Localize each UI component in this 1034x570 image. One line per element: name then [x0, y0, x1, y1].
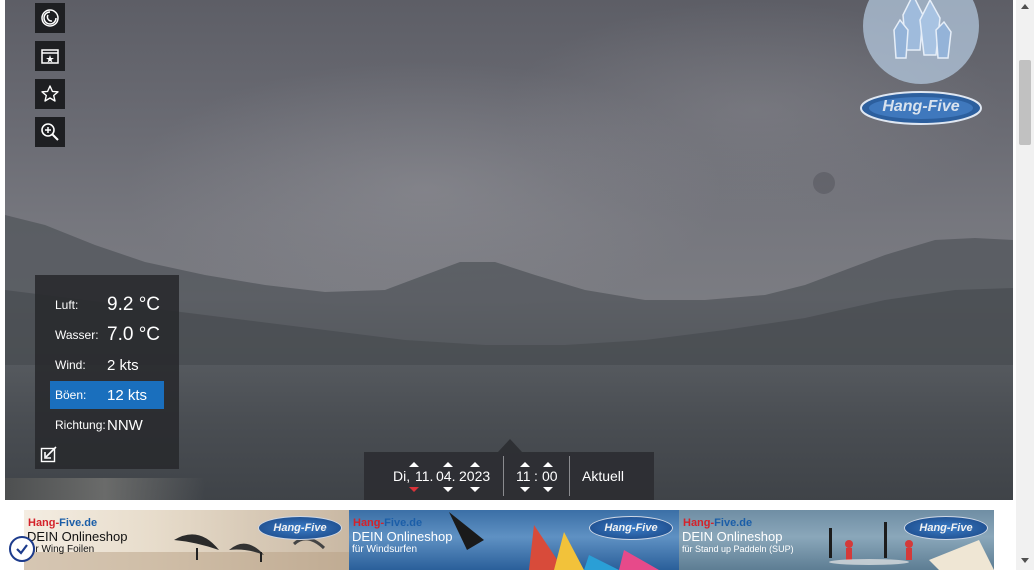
- wind-label: Wind:: [55, 358, 86, 372]
- weather-row-wind: Wind: 2 kts: [50, 351, 164, 379]
- gusts-value: 12 kts: [107, 386, 148, 404]
- lens-speck: [813, 172, 835, 194]
- date-time-separator: [503, 456, 504, 496]
- picture-in-picture-icon: [41, 49, 59, 64]
- water-label: Wasser:: [55, 328, 99, 342]
- weather-row-gusts[interactable]: Böen: 12 kts: [50, 381, 164, 409]
- ad-subline: für Wing Foilen: [27, 544, 95, 555]
- weather-row-air: Luft: 9.2 °C: [50, 291, 164, 319]
- year-value[interactable]: 2023: [459, 468, 490, 484]
- weather-row-water: Wasser: 7.0 °C: [50, 321, 164, 349]
- minute-up-arrow[interactable]: [543, 462, 553, 467]
- air-label: Luft:: [55, 298, 79, 312]
- ad-headline: DEIN Onlineshop: [27, 529, 128, 544]
- ad-windsurf[interactable]: Hang-Five.de DEIN Onlineshop für Windsur…: [349, 510, 679, 570]
- scroll-up-arrow[interactable]: [1021, 4, 1029, 9]
- minute-down-arrow[interactable]: [543, 487, 553, 492]
- collapse-arrow-icon: [40, 446, 57, 463]
- timelapse-icon: [41, 9, 59, 27]
- ad-wing-foil[interactable]: Hang-Five.de DEIN Onlineshop für Wing Fo…: [24, 510, 349, 570]
- ad-banner: Hang-Five.de DEIN Onlineshop für Wing Fo…: [24, 510, 994, 570]
- gusts-label: Böen:: [55, 388, 87, 402]
- minute-value[interactable]: 00: [542, 468, 558, 484]
- month-down-arrow[interactable]: [443, 487, 453, 492]
- month-value[interactable]: 04.: [436, 468, 455, 484]
- picture-in-picture-button[interactable]: [35, 41, 65, 71]
- hour-down-arrow[interactable]: [520, 487, 530, 492]
- direction-value: NNW: [107, 416, 143, 434]
- trust-badge[interactable]: [9, 536, 35, 562]
- day-down-arrow[interactable]: [409, 487, 419, 492]
- ad-logo: Hang-Five: [258, 516, 342, 540]
- scroll-thumb[interactable]: [1019, 60, 1031, 145]
- day-value[interactable]: 11.: [415, 468, 433, 484]
- ad-headline: DEIN Onlineshop: [352, 529, 453, 544]
- weather-panel: Luft: 9.2 °C Wasser: 7.0 °C Wind: 2 kts …: [35, 275, 179, 469]
- weather-row-direction: Richtung: NNW: [50, 411, 164, 439]
- time-current-separator: [569, 456, 570, 496]
- timelapse-button[interactable]: [35, 3, 65, 33]
- hour-up-arrow[interactable]: [520, 462, 530, 467]
- ad-sup[interactable]: Hang-Five.de DEIN Onlineshop für Stand u…: [679, 510, 994, 570]
- ad-brand: Hang-Five.de: [353, 517, 423, 529]
- collapse-panel-button[interactable]: [40, 445, 60, 465]
- ad-subline: für Windsurfen: [352, 544, 418, 555]
- hour-value[interactable]: 11: [516, 468, 531, 484]
- direction-label: Richtung:: [55, 418, 106, 432]
- ad-brand: Hang-Five.de: [28, 517, 98, 529]
- time-navigation: Di, 11. 04. 2023 11 : 00 Aktuell: [364, 439, 654, 500]
- page-scrollbar[interactable]: [1016, 0, 1034, 570]
- favorite-button[interactable]: [35, 79, 65, 109]
- scroll-down-arrow[interactable]: [1021, 558, 1029, 563]
- hang-five-logo[interactable]: Hang-Five: [858, 0, 988, 130]
- ad-subline: für Stand up Paddeln (SUP): [682, 544, 794, 554]
- webcam-page: Hang-Five Luft: 9.2 °C Wasser: 7.0 °C Wi…: [0, 0, 1034, 570]
- logo-text: Hang-Five: [882, 98, 960, 115]
- year-down-arrow[interactable]: [470, 487, 480, 492]
- timenav-pointer: [498, 439, 522, 452]
- year-up-arrow[interactable]: [470, 462, 480, 467]
- zoom-in-icon: [41, 123, 59, 141]
- wind-value: 2 kts: [107, 356, 139, 374]
- zoom-in-button[interactable]: [35, 117, 65, 147]
- ad-brand: Hang-Five.de: [683, 517, 753, 529]
- shoreline: [5, 478, 205, 500]
- star-icon: [41, 85, 59, 102]
- ad-headline: DEIN Onlineshop: [682, 529, 783, 544]
- air-value: 9.2 °C: [107, 294, 161, 315]
- month-up-arrow[interactable]: [443, 462, 453, 467]
- ad-logo: Hang-Five: [904, 516, 988, 540]
- weekday-text: Di,: [393, 468, 411, 484]
- day-up-arrow[interactable]: [409, 462, 419, 467]
- ad-logo: Hang-Five: [589, 516, 673, 540]
- water-value: 7.0 °C: [107, 324, 161, 345]
- time-colon: :: [534, 468, 538, 484]
- checkmark-icon: [16, 544, 28, 555]
- current-button[interactable]: Aktuell: [582, 468, 624, 484]
